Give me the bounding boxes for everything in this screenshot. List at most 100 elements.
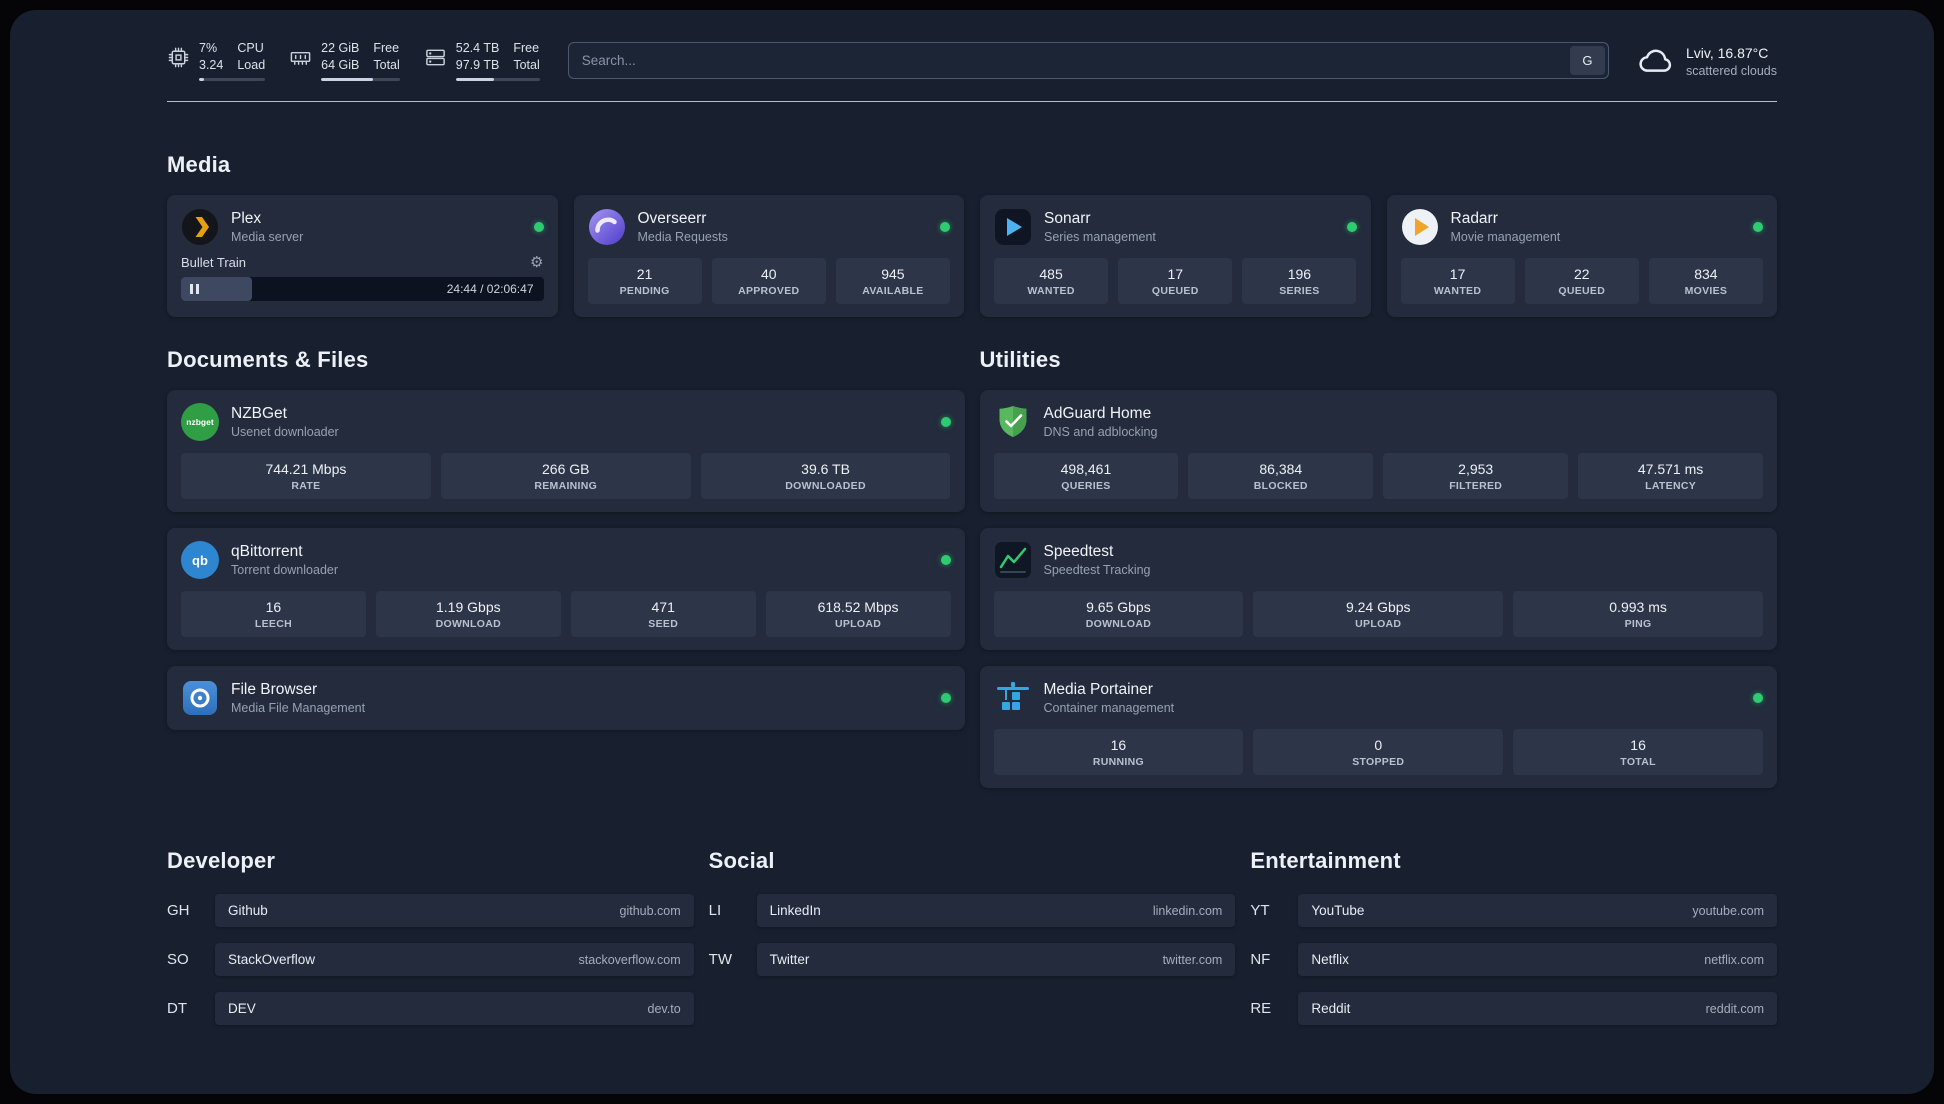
weather-condition: scattered clouds: [1685, 63, 1777, 78]
search-input[interactable]: [568, 53, 1570, 68]
stats-row: 16 LEECH 1.19 Gbps DOWNLOAD 471 SEED 618…: [181, 591, 951, 637]
stat-tile: 485 WANTED: [994, 258, 1109, 304]
cpu-label-bottom: Load: [237, 58, 266, 72]
player-progress: [181, 277, 252, 301]
plex-icon: [181, 208, 219, 246]
app-name: qBittorrent: [231, 542, 303, 560]
stat-tile: 16 LEECH: [181, 591, 366, 637]
bookmark-twitter[interactable]: Twitter twitter.com: [756, 943, 1236, 976]
card-header: Plex Media server: [181, 208, 544, 246]
bookmark-reddit[interactable]: Reddit reddit.com: [1298, 992, 1777, 1025]
nzbget-icon: nzbget: [181, 403, 219, 441]
stat-label: DOWNLOAD: [435, 618, 501, 630]
bookmark-name: YouTube: [1311, 903, 1365, 918]
bookmark-abbr: LI: [708, 902, 722, 919]
app-description: Speedtest Tracking: [1043, 562, 1151, 577]
bookmark-row: YT YouTube youtube.com: [1250, 894, 1777, 927]
section-title-entertainment: Entertainment: [1250, 848, 1401, 873]
cpu-monitor: 7% 3.24 CPU Load: [167, 40, 266, 81]
app-description: DNS and adblocking: [1043, 424, 1158, 439]
stat-value: 485: [1039, 266, 1063, 282]
stat-tile: 9.65 Gbps DOWNLOAD: [993, 591, 1244, 637]
bookmark-url: twitter.com: [1162, 952, 1223, 967]
app-card-adguard-home[interactable]: AdGuard Home DNS and adblocking 498,461 …: [979, 390, 1777, 512]
search-engine-button[interactable]: G: [1569, 46, 1605, 75]
app-card-nzbget[interactable]: nzbget NZBGet Usenet downloader 744.21 M…: [167, 390, 965, 512]
app-description: Media server: [231, 229, 304, 244]
bookmark-github[interactable]: Github github.com: [215, 894, 694, 927]
app-card-qbittorrent[interactable]: qb qBittorrent Torrent downloader 16 LEE…: [167, 528, 965, 650]
card-header: AdGuard Home DNS and adblocking: [994, 403, 1764, 441]
card-header: Speedtest Speedtest Tracking: [994, 541, 1764, 579]
app-description: Media Requests: [637, 229, 728, 244]
bookmark-youtube[interactable]: YouTube youtube.com: [1298, 894, 1777, 927]
app-name: NZBGet: [231, 404, 287, 422]
app-card-radarr[interactable]: Radarr Movie management 17 WANTED 22 QUE…: [1386, 195, 1777, 317]
bookmark-netflix[interactable]: Netflix netflix.com: [1298, 943, 1777, 976]
stat-value: 22: [1573, 266, 1590, 282]
stat-tile: 0 STOPPED: [1253, 729, 1504, 775]
stats-row: 498,461 QUERIES 86,384 BLOCKED 2,953 FIL…: [993, 453, 1763, 499]
sonarr-icon: [994, 208, 1032, 246]
bookmark-row: SO StackOverflow stackoverflow.com: [167, 943, 694, 976]
stat-tile: 196 SERIES: [1242, 258, 1357, 304]
stat-value: 39.6 TB: [801, 461, 850, 477]
card-header: Sonarr Series management: [994, 208, 1357, 246]
app-card-overseerr[interactable]: Overseerr Media Requests 21 PENDING 40 A…: [573, 195, 964, 317]
stat-value: 498,461: [1060, 461, 1112, 477]
header-divider: [167, 101, 1777, 102]
stat-label: PENDING: [619, 285, 670, 297]
app-name: File Browser: [231, 680, 318, 698]
stat-label: FILTERED: [1449, 480, 1503, 492]
bookmark-url: github.com: [619, 903, 681, 918]
stat-tile: 86,384 BLOCKED: [1188, 453, 1374, 499]
stat-value: 21: [636, 266, 653, 282]
stat-tile: 17 WANTED: [1400, 258, 1515, 304]
stat-tile: 1.19 Gbps DOWNLOAD: [375, 591, 561, 637]
stat-tile: 21 PENDING: [587, 258, 702, 304]
stats-row: 17 WANTED 22 QUEUED 834 MOVIES: [1400, 258, 1764, 304]
ram-label-bottom: Total: [373, 58, 400, 72]
gear-icon[interactable]: ⚙: [530, 253, 543, 271]
bookmark-url: linkedin.com: [1152, 903, 1223, 918]
player-seek-bar[interactable]: 24:44 / 02:06:47: [181, 277, 544, 301]
stat-tile: 945 AVAILABLE: [835, 258, 950, 304]
pause-icon[interactable]: [190, 284, 199, 294]
bookmark-abbr: RE: [1250, 1000, 1272, 1017]
stat-value: 618.52 Mbps: [817, 599, 899, 615]
stat-value: 471: [651, 599, 675, 615]
bookmark-name: StackOverflow: [228, 952, 316, 967]
app-card-plex[interactable]: Plex Media server Bullet Train ⚙ 24:44 /…: [167, 195, 558, 317]
player-time: 24:44 / 02:06:47: [446, 282, 534, 296]
track-title: Bullet Train: [181, 254, 247, 270]
stat-label: QUEUED: [1558, 285, 1606, 297]
stat-label: SEED: [648, 618, 679, 630]
app-card-sonarr[interactable]: Sonarr Series management 485 WANTED 17 Q…: [980, 195, 1371, 317]
stat-value: 266 GB: [542, 461, 590, 477]
bookmarks-area: Developer GH Github github.com SO StackO…: [167, 848, 1777, 1041]
stat-label: SERIES: [1279, 285, 1320, 297]
card-header: Radarr Movie management: [1401, 208, 1763, 246]
card-header: Overseerr Media Requests: [588, 208, 950, 246]
app-card-portainer[interactable]: Media Portainer Container management 16 …: [979, 666, 1777, 788]
stat-tile: 47.571 ms LATENCY: [1578, 453, 1763, 499]
bookmark-stackoverflow[interactable]: StackOverflow stackoverflow.com: [215, 943, 694, 976]
app-card-speedtest[interactable]: Speedtest Speedtest Tracking 9.65 Gbps D…: [979, 528, 1777, 650]
stat-value: 196: [1287, 266, 1312, 282]
ram-monitor: 22 GiB 64 GiB Free Total: [289, 40, 400, 81]
stat-value: 2,953: [1458, 461, 1494, 477]
bookmark-linkedin[interactable]: LinkedIn linkedin.com: [756, 894, 1236, 927]
radarr-icon: [1401, 208, 1439, 246]
app-card-filebrowser[interactable]: File Browser Media File Management: [167, 666, 965, 730]
bookmark-url: stackoverflow.com: [578, 952, 681, 967]
bookmark-name: LinkedIn: [769, 903, 821, 918]
stat-label: UPLOAD: [834, 618, 882, 630]
bookmark-abbr: YT: [1250, 902, 1270, 919]
stat-label: RATE: [291, 480, 321, 492]
bookmarks-entertainment: Entertainment YT YouTube youtube.com NF …: [1250, 848, 1777, 1041]
bookmark-name: Twitter: [769, 952, 810, 967]
stat-tile: 0.993 ms PING: [1513, 591, 1763, 637]
status-dot: [533, 222, 544, 232]
bookmark-dev[interactable]: DEV dev.to: [215, 992, 694, 1025]
stat-tile: 471 SEED: [570, 591, 756, 637]
